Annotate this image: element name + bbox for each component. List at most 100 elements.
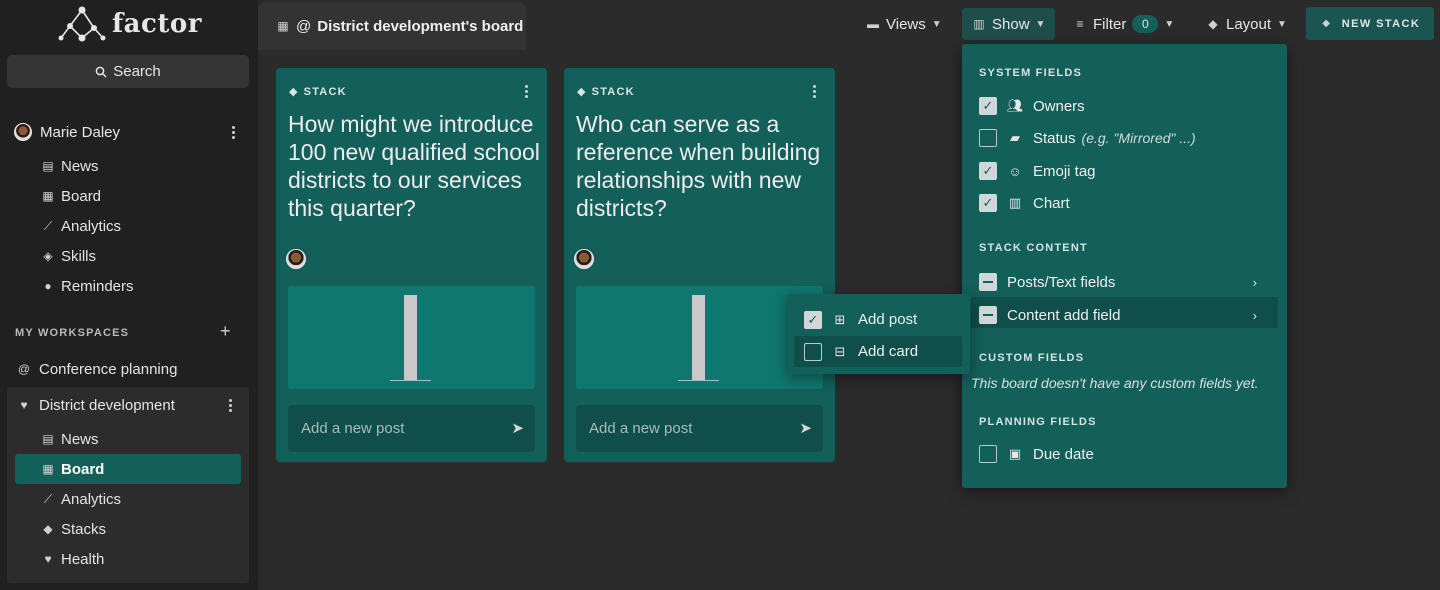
checkbox-unchecked[interactable] (979, 129, 997, 147)
submenu-item-add-card[interactable]: ⊟ Add card (794, 336, 962, 367)
sidebar-item-district-stacks[interactable]: ◆ Stacks (15, 514, 241, 544)
send-icon[interactable]: ➤ (511, 419, 524, 437)
workspace-more-icon[interactable] (223, 395, 237, 415)
add-post-input[interactable]: Add a new post ➤ (576, 405, 823, 452)
sidebar-item-label: Analytics (61, 490, 122, 508)
workspace-conference-planning[interactable]: @ Conference planning (17, 356, 250, 382)
new-stack-button[interactable]: ◆ NEW STACK (1306, 7, 1434, 40)
checkbox-indeterminate[interactable] (979, 273, 997, 291)
field-option-due-date[interactable]: ▣ Due date (979, 441, 1269, 467)
chevron-down-icon: ▼ (1164, 18, 1175, 30)
send-icon[interactable]: ➤ (799, 419, 812, 437)
views-button[interactable]: ▬ Views ▼ (860, 8, 948, 40)
sidebar-item-district-health[interactable]: ♥ Health (15, 544, 241, 574)
columns-icon: ▥ (973, 17, 985, 31)
content-option-content-add-field[interactable]: Content add field › (979, 302, 1269, 328)
layout-button[interactable]: ◆ Layout ▼ (1200, 8, 1293, 40)
owner-avatar[interactable] (574, 249, 594, 269)
layers-icon: ◆ (577, 86, 587, 98)
sidebar-item-board[interactable]: ▦ Board (15, 181, 241, 211)
workspace-district-development[interactable]: ♥ District development (17, 392, 250, 418)
checkbox-checked[interactable]: ✓ (979, 97, 997, 115)
field-option-emoji-tag[interactable]: ✓ ☺ Emoji tag (979, 158, 1269, 184)
checkbox-indeterminate[interactable] (979, 306, 997, 324)
stack-title[interactable]: Who can serve as a reference when buildi… (576, 110, 828, 222)
tag-icon: ▰ (1010, 130, 1020, 145)
new-stack-label: NEW STACK (1341, 17, 1421, 30)
field-option-status[interactable]: ▰ Status (e.g. "Mirrored" ...) (979, 125, 1269, 151)
sidebar-item-district-news[interactable]: ▤ News (15, 424, 241, 454)
search-icon (95, 66, 107, 78)
add-workspace-icon[interactable]: + (220, 321, 231, 342)
sidebar: factor Search Marie Daley ▤ News ▦ Board… (0, 0, 258, 590)
filter-button[interactable]: ≡ Filter 0 ▼ (1067, 8, 1180, 40)
newspaper-icon: ▤ (42, 159, 54, 173)
layout-label: Layout (1226, 15, 1272, 33)
sidebar-item-label: Stacks (61, 520, 107, 538)
stack-card[interactable]: ◆ STACK Who can serve as a reference whe… (564, 68, 835, 462)
workspace-label: Conference planning (39, 360, 178, 378)
chart-icon: ▥ (1008, 195, 1022, 210)
filter-label: Filter (1093, 15, 1127, 33)
submenu-item-add-post[interactable]: ✓ ⊞ Add post (794, 304, 962, 335)
field-option-hint: (e.g. "Mirrored" ...) (1081, 130, 1196, 146)
analytics-chart-icon: ⟋ (43, 218, 53, 233)
user-nav: ▤ News ▦ Board ⟋ Analytics ◈ Skills ● Re… (0, 151, 258, 301)
sidebar-item-label: Board (61, 460, 105, 478)
user-name: Marie Daley (40, 123, 121, 141)
layers-icon: ◆ (289, 86, 299, 98)
add-post-icon: ⊞ (834, 311, 846, 327)
sidebar-item-district-board[interactable]: ▦ Board (15, 454, 241, 484)
sidebar-item-analytics[interactable]: ⟋ Analytics (15, 211, 241, 241)
field-option-chart[interactable]: ✓ ▥ Chart (979, 190, 1269, 216)
sidebar-item-reminders[interactable]: ● Reminders (15, 271, 241, 301)
sidebar-item-district-analytics[interactable]: ⟋ Analytics (15, 484, 241, 514)
stack-title[interactable]: How might we introduce 100 new qualified… (288, 110, 540, 222)
at-icon: @ (296, 17, 312, 35)
submenu-item-label: Add card (858, 343, 919, 360)
submenu-item-label: Add post (858, 311, 918, 328)
views-label: Views (886, 15, 926, 33)
add-post-input[interactable]: Add a new post ➤ (288, 405, 535, 452)
chevron-right-icon: › (1252, 274, 1257, 290)
smiley-icon: ☺ (1008, 163, 1022, 179)
users-icon: 👥︎ (1006, 98, 1024, 113)
checkbox-checked[interactable]: ✓ (979, 194, 997, 212)
sidebar-item-news[interactable]: ▤ News (15, 151, 241, 181)
chevron-down-icon: ▼ (1277, 18, 1287, 30)
field-option-label: Emoji tag (1033, 162, 1096, 180)
checkbox-unchecked[interactable] (804, 342, 822, 361)
board-tab-title: District development's board (317, 17, 524, 35)
app-logo[interactable]: factor (56, 4, 202, 44)
stack-chart[interactable] (576, 286, 823, 389)
search-button[interactable]: Search (7, 55, 249, 88)
stack-card[interactable]: ◆ STACK How might we introduce 100 new q… (276, 68, 547, 462)
field-option-owners[interactable]: ✓ 👥︎ Owners (979, 93, 1269, 119)
sidebar-item-skills[interactable]: ◈ Skills (15, 241, 241, 271)
analytics-chart-icon: ⟋ (43, 491, 53, 506)
checkbox-checked[interactable]: ✓ (979, 162, 997, 180)
filter-icon: ≡ (1076, 17, 1084, 31)
board-grid-icon: ▦ (42, 462, 54, 476)
board-tab[interactable]: ▦ @ District development's board (258, 2, 526, 50)
owner-avatar[interactable] (286, 249, 306, 269)
checkbox-checked[interactable]: ✓ (804, 310, 822, 329)
user-more-icon[interactable] (226, 122, 240, 142)
calendar-icon: ▣ (1008, 446, 1022, 461)
user-profile[interactable]: Marie Daley (14, 119, 250, 145)
stack-tag: ◆ STACK (289, 85, 347, 99)
content-option-posts-text-fields[interactable]: Posts/Text fields › (979, 269, 1269, 295)
stack-more-icon[interactable] (519, 81, 533, 101)
stack-chart[interactable] (288, 286, 535, 389)
board-grid-icon: ▦ (42, 189, 54, 203)
content-option-label: Content add field (1007, 306, 1121, 324)
stack-content-label: STACK CONTENT (979, 242, 1088, 254)
checkbox-unchecked[interactable] (979, 445, 997, 463)
newspaper-icon: ▤ (42, 432, 54, 446)
show-button[interactable]: ▥ Show ▼ (962, 8, 1056, 40)
stack-more-icon[interactable] (807, 81, 821, 101)
search-label: Search (113, 63, 161, 80)
workspace-label: District development (39, 396, 175, 414)
sidebar-item-label: News (61, 430, 99, 448)
add-post-placeholder: Add a new post (589, 420, 693, 437)
